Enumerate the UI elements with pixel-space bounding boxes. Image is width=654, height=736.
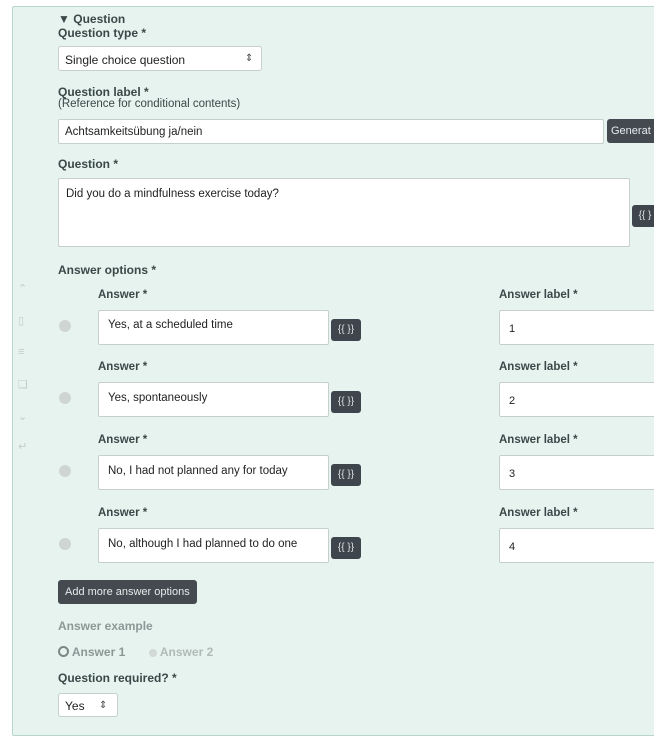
answer-input[interactable]: Yes, at a scheduled time [98, 310, 329, 345]
answer-example-option-label: Answer 1 [71, 645, 126, 659]
answer-input[interactable]: No, I had not planned any for today [98, 455, 329, 490]
copy-icon[interactable]: ❏ [18, 378, 28, 391]
question-label-input[interactable]: Achtsamkeitsübung ja/nein [58, 119, 604, 144]
answer-heading: Answer * [98, 361, 148, 373]
question-required-label: Question required? * [58, 671, 177, 685]
answer-example-option-2[interactable]: Answer 2 [149, 645, 213, 659]
answer-example-option-label: Answer 2 [159, 645, 214, 659]
answer-heading: Answer * [98, 289, 148, 301]
question-label-sublabel: (Reference for conditional contents) [58, 98, 241, 110]
radio-selected-icon [58, 646, 69, 657]
trash-icon[interactable]: ▯ [18, 314, 24, 327]
add-more-answer-options-button[interactable]: Add more answer options [58, 580, 197, 604]
chevron-up-icon[interactable]: ⌃ [18, 282, 27, 295]
answer-label-heading: Answer label * [499, 289, 578, 301]
updown-arrows-icon: ⇕ [245, 53, 254, 64]
question-type-label: Question type * [58, 26, 147, 40]
question-required-value: Yes [65, 699, 85, 713]
answer-example-label: Answer example [58, 619, 153, 633]
answer-radio[interactable] [59, 465, 71, 477]
question-type-select[interactable]: Single choice question ⇕ [58, 46, 262, 71]
answer-heading: Answer * [98, 507, 148, 519]
answer-template-button[interactable]: {{ }} [331, 537, 361, 559]
answer-template-button[interactable]: {{ }} [331, 464, 361, 486]
question-textarea[interactable]: Did you do a mindfulness exercise today? [58, 178, 630, 247]
generate-button[interactable]: Generat [607, 119, 654, 143]
question-required-select[interactable]: Yes ⇕ [58, 693, 118, 717]
list-icon[interactable]: ≡ [18, 346, 24, 358]
question-template-button[interactable]: {{ } [632, 205, 654, 227]
answer-label-input[interactable]: 4 [499, 528, 654, 563]
triangle-down-icon: ▼ [58, 12, 70, 26]
question-text-label: Question * [58, 157, 119, 171]
answer-input[interactable]: No, although I had planned to do one [98, 528, 329, 563]
answer-label-input[interactable]: 3 [499, 455, 654, 490]
question-section-header[interactable]: ▼ Question [58, 12, 125, 26]
radio-empty-icon [149, 649, 157, 657]
answer-label-input[interactable]: 2 [499, 382, 654, 417]
answer-label-heading: Answer label * [499, 507, 578, 519]
move-icon[interactable]: ↵ [18, 440, 27, 453]
answer-template-button[interactable]: {{ }} [331, 391, 361, 413]
answer-options-label: Answer options * [58, 263, 157, 277]
updown-arrows-icon: ⇕ [99, 700, 108, 711]
answer-label-heading: Answer label * [499, 361, 578, 373]
question-section-title: Question [73, 12, 126, 26]
answer-radio[interactable] [59, 538, 71, 550]
answer-template-button[interactable]: {{ }} [331, 319, 361, 341]
question-label-label: Question label * [58, 85, 149, 99]
answer-radio[interactable] [59, 392, 71, 404]
answer-radio[interactable] [59, 320, 71, 332]
chevron-down-icon[interactable]: ⌄ [18, 410, 27, 423]
answer-label-input[interactable]: 1 [499, 310, 654, 345]
answer-heading: Answer * [98, 434, 148, 446]
question-type-value: Single choice question [65, 53, 186, 67]
answer-example-option-1[interactable]: Answer 1 [58, 645, 125, 659]
answer-input[interactable]: Yes, spontaneously [98, 382, 329, 417]
answer-label-heading: Answer label * [499, 434, 578, 446]
